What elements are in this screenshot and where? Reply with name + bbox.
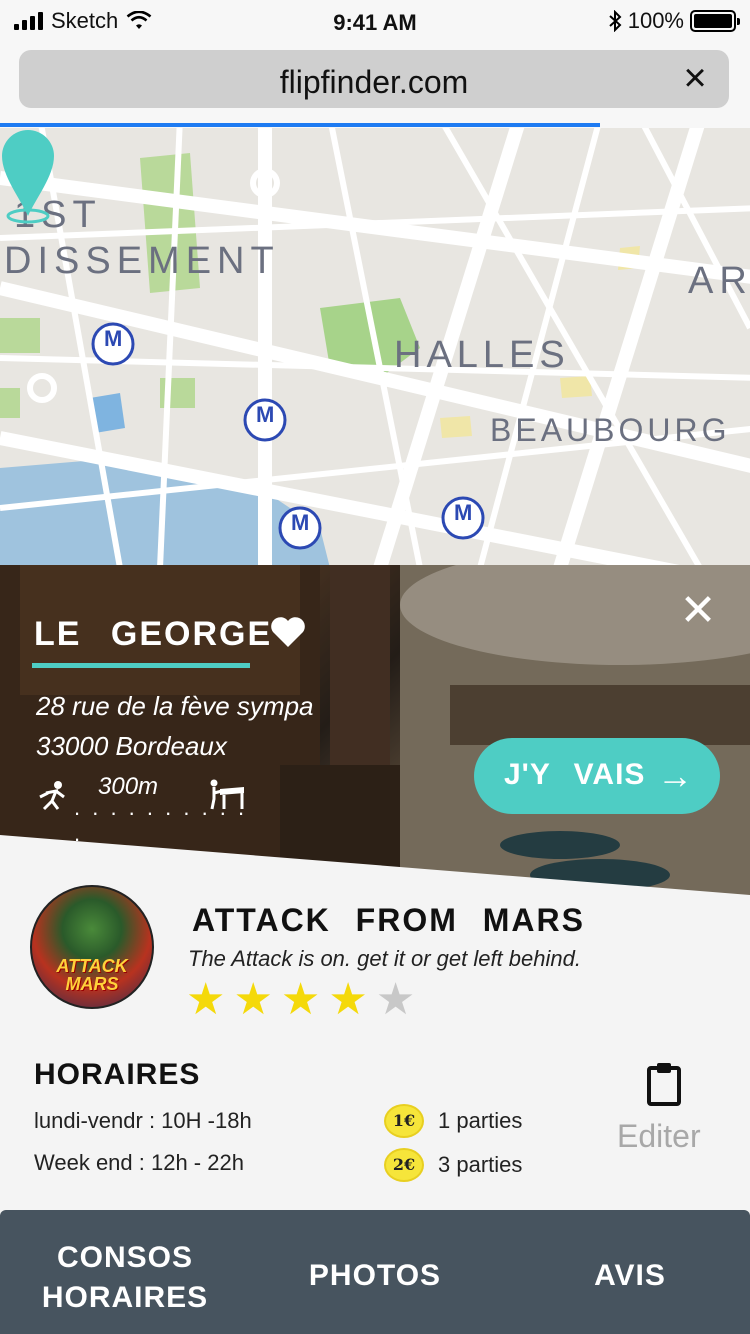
rating-stars: ★ ★ ★ ★ ★ xyxy=(186,976,415,1024)
url-field[interactable]: flipfinder.com × xyxy=(19,50,729,108)
clipboard-icon[interactable] xyxy=(646,1062,682,1106)
venue-name: LE GEORGE xyxy=(34,615,273,653)
metro-icon-1: M xyxy=(104,326,123,351)
walking-icon xyxy=(39,781,65,811)
battery-icon xyxy=(690,10,740,32)
game-thumbnail-text: ATTACK MARS xyxy=(56,956,128,994)
horaires-weekday: lundi-vendr : 10H -18h xyxy=(34,1108,252,1133)
status-bar: Sketch 9:41 AM 100% xyxy=(0,0,750,42)
venue-name-underline xyxy=(32,663,250,668)
game-thumbnail: ATTACK MARS xyxy=(30,885,154,1009)
map-label-beaubourg: BEAUBOURG xyxy=(490,412,731,448)
close-icon[interactable]: × xyxy=(675,58,715,98)
star-empty-icon: ★ xyxy=(375,975,416,1024)
edit-button[interactable]: Editer xyxy=(617,1118,701,1155)
distance-row: . . . . . . . . . . . 300m xyxy=(36,773,256,846)
browser-bar: flipfinder.com × xyxy=(0,42,750,128)
venue-address-line1: 28 rue de la fève sympa xyxy=(36,691,314,721)
bluetooth-icon xyxy=(609,10,622,32)
battery-percent: 100% xyxy=(627,8,684,33)
price-label: 3 parties xyxy=(438,1152,523,1177)
star-filled-icon: ★ xyxy=(186,975,226,1024)
star-filled-icon: ★ xyxy=(328,975,368,1024)
star-filled-icon: ★ xyxy=(233,975,273,1024)
coin-icon: 1€ xyxy=(384,1104,424,1138)
price-row: 1€ 1 parties xyxy=(384,1104,522,1138)
price-row: 2€ 3 parties xyxy=(384,1148,522,1182)
distance-value: 300m xyxy=(98,773,159,800)
close-venue-icon[interactable]: ✕ xyxy=(678,589,718,633)
horaires-title: HORAIRES xyxy=(34,1058,201,1091)
go-button-label: J'Y VAIS xyxy=(504,758,646,791)
map-view[interactable]: 1ST DISSEMENT HALLES BEAUBOURG AR M M M … xyxy=(0,128,750,568)
horaires-weekend: Week end : 12h - 22h xyxy=(34,1150,244,1175)
arrow-right-icon: → xyxy=(657,755,694,796)
bottom-tab-bar: CONSOS HORAIRES PHOTOS AVIS xyxy=(0,1210,750,1334)
game-subtitle: The Attack is on. get it or get left beh… xyxy=(188,946,581,971)
pinball-icon xyxy=(210,779,244,810)
game-title: ATTACK FROM MARS xyxy=(192,902,585,938)
coin-icon: 2€ xyxy=(384,1148,424,1182)
star-filled-icon: ★ xyxy=(280,975,321,1024)
tab-consos-horaires[interactable]: CONSOS HORAIRES xyxy=(40,1238,210,1318)
heart-icon[interactable] xyxy=(270,615,306,649)
metro-icon-2: M xyxy=(256,402,275,427)
venue-address-line2: 33000 Bordeaux xyxy=(36,731,227,761)
map-label-arrondissement: DISSEMENT xyxy=(4,240,280,282)
tab-avis[interactable]: AVIS xyxy=(590,1256,670,1296)
status-right: 100% xyxy=(608,8,740,34)
map-label-ar: AR xyxy=(688,260,750,302)
page-load-progress xyxy=(0,123,600,127)
metro-icon-3: M xyxy=(454,500,473,525)
url-text: flipfinder.com xyxy=(279,64,469,100)
price-label: 1 parties xyxy=(438,1108,523,1133)
metro-icon-4: M xyxy=(291,510,310,535)
location-pin-icon[interactable] xyxy=(0,128,56,224)
go-button[interactable]: J'Y VAIS → xyxy=(474,738,720,814)
tab-photos[interactable]: PHOTOS xyxy=(300,1256,450,1296)
map-label-halles: HALLES xyxy=(394,334,570,376)
